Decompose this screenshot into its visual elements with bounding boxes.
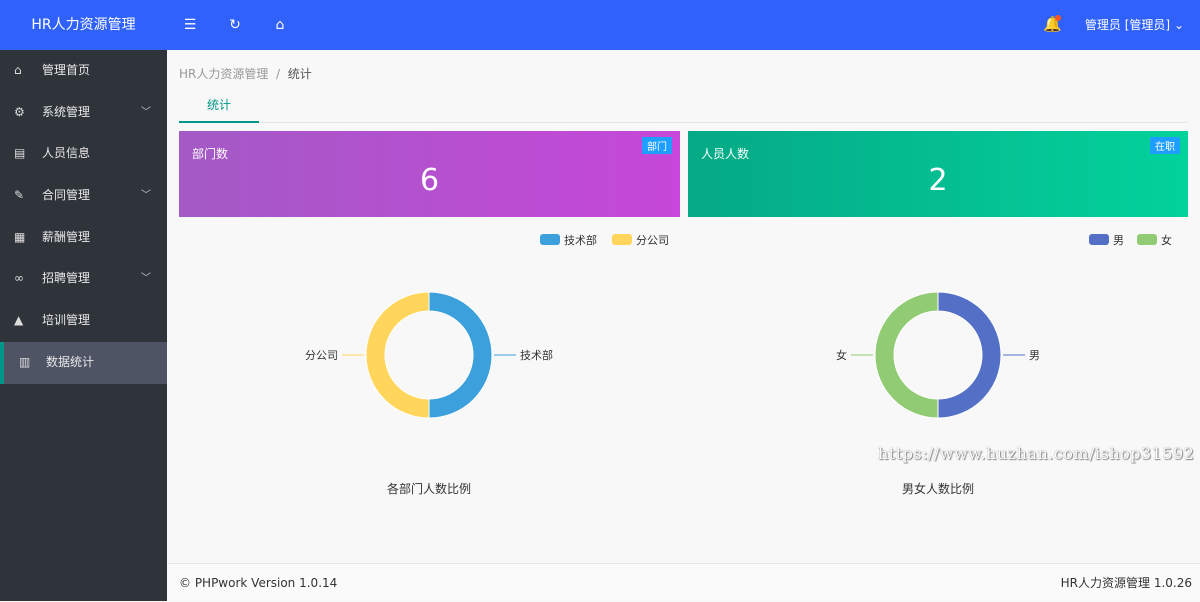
card-title: 人员人数 — [701, 147, 750, 161]
staff-count-card: 人员人数 在职 2 — [688, 131, 1188, 217]
chevron-down-icon: ﹀ — [141, 106, 151, 118]
graduation-cap-icon: ▲ — [14, 313, 24, 328]
sidebar-item-label: 薪酬管理 — [42, 229, 91, 244]
chevron-down-icon: ﹀ — [141, 273, 151, 285]
contract-icon: ✎ — [14, 188, 25, 203]
card-badge: 在职 — [1150, 137, 1180, 154]
tab-bar: 统计 — [179, 92, 1188, 123]
donut-slice — [937, 291, 1002, 419]
chart-title: 各部门人数比例 — [387, 481, 471, 496]
card-value: 2 — [928, 163, 948, 198]
sidebar-item-label: 人员信息 — [42, 146, 91, 161]
footer-app-version: HR人力资源管理 1.0.26 — [1060, 576, 1192, 590]
sidebar-item[interactable]: ▲ 培训管理 — [0, 300, 167, 342]
sidebar-item[interactable]: ▥ 数据统计 — [0, 341, 167, 384]
id-card-icon: ▤ — [14, 146, 26, 161]
top-header: HR人力资源管理 ☰ ↻ ⌂ 🔔 管理员 [管理员] ⌄ — [0, 0, 1200, 50]
legend-label: 分公司 — [636, 234, 669, 247]
legend-swatch — [1137, 234, 1157, 245]
chevron-down-icon: ﹀ — [141, 190, 151, 202]
chevron-down-icon: ⌄ — [1173, 18, 1184, 32]
sidebar-item-label: 系统管理 — [42, 104, 91, 119]
card-value: 6 — [419, 163, 440, 198]
home-icon[interactable]: ⌂ — [270, 15, 290, 35]
footer-version: © PHPwork Version 1.0.14 — [179, 576, 338, 590]
sidebar-item[interactable]: ✎ 合同管理 ﹀ — [0, 175, 167, 217]
user-menu[interactable]: 管理员 [管理员] ⌄ — [1085, 0, 1184, 50]
breadcrumb-root[interactable]: HR人力资源管理 — [179, 67, 268, 81]
breadcrumb: HR人力资源管理 / 统计 — [179, 65, 312, 82]
sidebar-item[interactable]: ▤ 人员信息 — [0, 133, 167, 175]
sidebar-item[interactable]: ⌂ 管理首页 — [0, 50, 167, 92]
gear-icon: ⚙ — [14, 104, 25, 119]
bar-chart-icon: ▥ — [19, 354, 31, 369]
watermark: https://www.huzhan.com/ishop31592 — [878, 444, 1195, 463]
footer: © PHPwork Version 1.0.14 HR人力资源管理 1.0.26 — [167, 563, 1200, 601]
donut-slice — [428, 291, 493, 419]
department-donut-chart: 技术部 分公司技术部分公司各部门人数比例 — [305, 233, 669, 496]
sidebar-item-label: 管理首页 — [42, 63, 91, 77]
salary-icon: ▦ — [14, 229, 26, 244]
tab-statistics[interactable]: 统计 — [179, 92, 259, 123]
breadcrumb-separator: / — [276, 67, 281, 81]
user-name: 管理员 [管理员] — [1084, 18, 1171, 32]
sidebar-item[interactable]: ▦ 薪酬管理 — [0, 217, 167, 259]
legend-swatch — [540, 234, 560, 245]
gender-donut-chart: 男女男女男女人数比例 — [836, 233, 1172, 496]
legend-label: 女 — [1161, 233, 1172, 247]
slice-label: 分公司 — [305, 349, 338, 362]
legend-swatch — [1089, 234, 1109, 245]
slice-label: 女 — [836, 348, 847, 362]
notification-dot — [1055, 15, 1061, 21]
legend-label: 技术部 — [564, 233, 597, 247]
sidebar: ⌂ 管理首页 ⚙ 系统管理 ﹀ ▤ 人员信息 ✎ 合同管理 ﹀ ▦ 薪酬管理 ∞ 招聘管理 ﹀ ▲ 培训管理 ▥ 数… — [0, 50, 167, 601]
sidebar-item[interactable]: ⚙ 系统管理 ﹀ — [0, 92, 167, 134]
slice-label: 男 — [1029, 349, 1040, 362]
sidebar-item-label: 数据统计 — [46, 354, 95, 369]
sidebar-item-label: 培训管理 — [42, 313, 91, 328]
sidebar-item[interactable]: ∞ 招聘管理 ﹀ — [0, 258, 167, 300]
legend-label: 男 — [1113, 234, 1124, 247]
menu-toggle-icon[interactable]: ☰ — [180, 15, 200, 35]
card-title: 部门数 — [192, 147, 229, 161]
slice-label: 技术部 — [520, 348, 553, 362]
donut-slice — [365, 291, 430, 419]
breadcrumb-current: 统计 — [287, 67, 312, 81]
handshake-icon: ∞ — [14, 271, 24, 286]
app-logo[interactable]: HR人力资源管理 — [0, 0, 167, 50]
legend-swatch — [612, 234, 632, 245]
refresh-icon[interactable]: ↻ — [225, 15, 245, 35]
home-icon: ⌂ — [14, 63, 22, 77]
sidebar-item-label: 招聘管理 — [42, 271, 91, 286]
card-badge: 部门 — [642, 137, 672, 154]
sidebar-item-label: 合同管理 — [42, 188, 91, 203]
department-count-card: 部门数 部门 6 — [179, 131, 680, 217]
donut-slice — [874, 291, 939, 419]
chart-title: 男女人数比例 — [902, 481, 974, 496]
